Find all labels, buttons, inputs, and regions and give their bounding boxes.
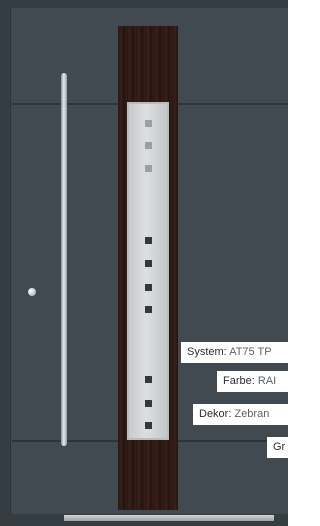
spec-label-farbe: Farbe: RAI: [217, 371, 288, 392]
spec-label-groesse: Gr: [267, 437, 288, 458]
glass-square: [145, 120, 152, 127]
spec-label-system: System: AT75 TP: [181, 342, 288, 363]
spec-value: AT75 TP: [229, 346, 272, 358]
glass-panel: [127, 102, 169, 440]
glass-square: [145, 306, 152, 313]
glass-square: [145, 400, 152, 407]
door-leaf-edge: [10, 8, 11, 514]
glass-square: [145, 422, 152, 429]
door-handle-bar: [61, 73, 67, 446]
spec-value: RAI: [257, 375, 277, 387]
glass-square: [145, 260, 152, 267]
glass-square: [145, 284, 152, 291]
glass-square: [145, 376, 152, 383]
spec-key: Dekor:: [199, 408, 232, 420]
spec-value: Zebran: [234, 408, 270, 420]
glass-square: [145, 142, 152, 149]
glass-square: [145, 165, 152, 172]
spec-key: System:: [187, 346, 227, 358]
door-lock-knob: [28, 288, 36, 296]
door-threshold: [64, 515, 274, 521]
spec-key: Farbe:: [223, 375, 255, 387]
spec-label-dekor: Dekor: Zebran: [193, 404, 288, 425]
spec-key: Gr: [273, 441, 286, 453]
glass-square: [145, 237, 152, 244]
